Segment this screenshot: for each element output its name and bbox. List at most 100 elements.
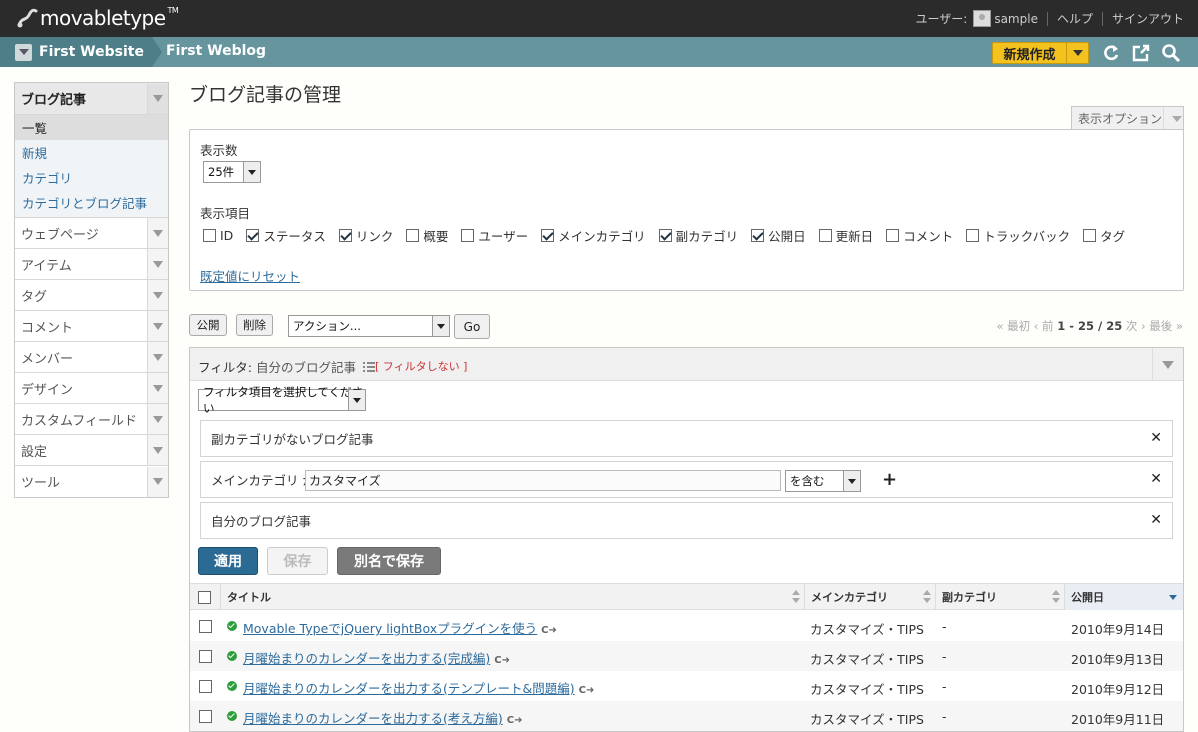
user-avatar-icon[interactable]: [973, 10, 992, 27]
sidebar-menu-label[interactable]: コメント: [15, 317, 73, 336]
column-header-main-category[interactable]: メインカテゴリ: [804, 584, 935, 610]
sort-icon[interactable]: [792, 590, 800, 604]
column-option-label[interactable]: タグ: [1100, 226, 1125, 245]
delete-button[interactable]: 削除: [236, 314, 273, 336]
chevron-down-icon[interactable]: [147, 404, 168, 434]
new-create-button[interactable]: 新規作成: [992, 42, 1089, 64]
column-header-sub-category[interactable]: 副カテゴリ: [935, 584, 1064, 610]
help-link[interactable]: ヘルプ: [1057, 10, 1093, 27]
count-select[interactable]: 25件: [203, 161, 261, 183]
movabletype-logo[interactable]: movabletype TM: [16, 4, 179, 32]
chevron-down-icon[interactable]: [147, 83, 168, 114]
column-header-label[interactable]: タイトル: [227, 589, 271, 605]
chevron-down-icon[interactable]: [147, 435, 168, 465]
close-icon[interactable]: ✕: [1150, 471, 1162, 487]
column-option-label[interactable]: ユーザー: [478, 226, 528, 245]
column-option-sub-category[interactable]: 副カテゴリ: [658, 226, 739, 245]
chevron-down-icon[interactable]: [432, 316, 449, 336]
checkbox[interactable]: [818, 229, 832, 242]
count-value[interactable]: 25件: [208, 164, 234, 180]
publish-button[interactable]: 公開: [189, 314, 227, 336]
sidebar-menu-entries[interactable]: ブログ記事: [15, 83, 168, 115]
checkbox[interactable]: [461, 229, 475, 242]
filter-name[interactable]: 自分のブログ記事: [256, 360, 356, 375]
checkbox[interactable]: [966, 229, 980, 242]
chevron-down-icon[interactable]: [147, 311, 168, 341]
sort-desc-icon[interactable]: [1169, 595, 1177, 600]
sidebar-menu-label[interactable]: ブログ記事: [15, 89, 86, 108]
sidebar-menu-tools[interactable]: ツール: [15, 466, 168, 497]
column-option-label[interactable]: コメント: [903, 226, 953, 245]
column-option-label[interactable]: トラックバック: [983, 226, 1070, 245]
column-option-main-category[interactable]: メインカテゴリ: [541, 226, 646, 245]
close-icon[interactable]: ✕: [1150, 430, 1162, 446]
user-name[interactable]: sample: [994, 12, 1038, 26]
select-all-checkbox[interactable]: [198, 590, 211, 604]
sidebar-menu-label[interactable]: ツール: [15, 472, 60, 491]
dropdown-icon[interactable]: [15, 43, 32, 61]
go-button[interactable]: Go: [454, 314, 490, 339]
checkbox[interactable]: [1083, 229, 1097, 242]
sidebar-menu-label[interactable]: ウェブページ: [15, 224, 99, 243]
reset-defaults-link[interactable]: 既定値にリセット: [200, 266, 300, 285]
list-icon[interactable]: [362, 362, 375, 372]
column-option-excerpt[interactable]: 概要: [406, 226, 448, 245]
external-view-icon[interactable]: [1131, 43, 1151, 63]
blog-name[interactable]: First Weblog: [166, 43, 266, 59]
column-option-label[interactable]: 更新日: [836, 226, 874, 245]
website-switcher[interactable]: First Website: [0, 37, 162, 67]
sidebar-menu-design[interactable]: デザイン: [15, 373, 168, 404]
add-icon[interactable]: +: [882, 469, 897, 490]
checkbox[interactable]: [886, 229, 900, 242]
save-as-button[interactable]: 別名で保存: [337, 547, 441, 575]
sidebar-menu-label[interactable]: タグ: [15, 286, 47, 305]
chevron-down-icon[interactable]: [147, 373, 168, 403]
sidebar-menu-comments[interactable]: コメント: [15, 311, 168, 342]
checkbox[interactable]: [541, 229, 555, 242]
chevron-down-icon[interactable]: [348, 390, 365, 410]
column-option-label[interactable]: メインカテゴリ: [558, 226, 646, 245]
view-link-icon[interactable]: C➜: [541, 625, 557, 636]
filter-item-select-value[interactable]: フィルタ項目を選択してください: [203, 384, 365, 416]
column-header-title[interactable]: タイトル: [220, 584, 804, 610]
row-checkbox[interactable]: [199, 620, 212, 633]
column-option-trackbacks[interactable]: トラックバック: [966, 226, 1070, 245]
entry-title-link[interactable]: 月曜始まりのカレンダーを出力する(完成編) C➜: [243, 648, 510, 667]
search-icon[interactable]: [1161, 43, 1181, 63]
column-option-label[interactable]: 副カテゴリ: [676, 226, 739, 245]
column-option-label[interactable]: ID: [220, 228, 233, 243]
chevron-down-icon[interactable]: [243, 162, 260, 182]
column-option-label[interactable]: リンク: [356, 226, 394, 245]
action-select[interactable]: アクション...: [288, 315, 450, 337]
display-options-label[interactable]: 表示オプション: [1072, 110, 1162, 127]
website-name[interactable]: First Website: [39, 44, 144, 60]
sidebar-menu-label[interactable]: 設定: [15, 441, 47, 460]
refresh-icon[interactable]: [1101, 43, 1121, 63]
sort-icon[interactable]: [1052, 590, 1060, 604]
no-filter-link[interactable]: [ フィルタしない ]: [375, 358, 467, 374]
checkbox[interactable]: [658, 229, 672, 242]
column-option-label[interactable]: 公開日: [768, 226, 806, 245]
row-checkbox[interactable]: [199, 710, 212, 723]
column-option-label[interactable]: ステータス: [263, 226, 326, 245]
select-all-cell[interactable]: [190, 584, 220, 610]
column-header-label[interactable]: 副カテゴリ: [942, 589, 997, 605]
row-checkbox[interactable]: [199, 650, 212, 663]
display-options-tab[interactable]: 表示オプション: [1071, 106, 1184, 130]
sidebar-menu-members[interactable]: メンバー: [15, 342, 168, 373]
chevron-down-icon[interactable]: [147, 466, 168, 497]
sidebar-menu-label[interactable]: アイテム: [15, 255, 72, 274]
entry-title-link[interactable]: 月曜始まりのカレンダーを出力する(テンプレート&問題編) C➜: [243, 678, 594, 697]
chevron-down-icon[interactable]: [1152, 348, 1183, 381]
column-option-published[interactable]: 公開日: [751, 226, 806, 245]
row-checkbox[interactable]: [199, 680, 212, 693]
sidebar-menu-assets[interactable]: アイテム: [15, 249, 168, 280]
view-link-icon[interactable]: C➜: [494, 655, 510, 666]
sidebar-menu-tags[interactable]: タグ: [15, 280, 168, 311]
chevron-down-icon[interactable]: [147, 342, 168, 372]
column-option-modified[interactable]: 更新日: [818, 226, 874, 245]
checkbox[interactable]: [406, 229, 420, 242]
view-link-icon[interactable]: C➜: [579, 685, 595, 696]
column-option-label[interactable]: 概要: [423, 226, 448, 245]
column-option-id[interactable]: ID: [203, 226, 233, 245]
